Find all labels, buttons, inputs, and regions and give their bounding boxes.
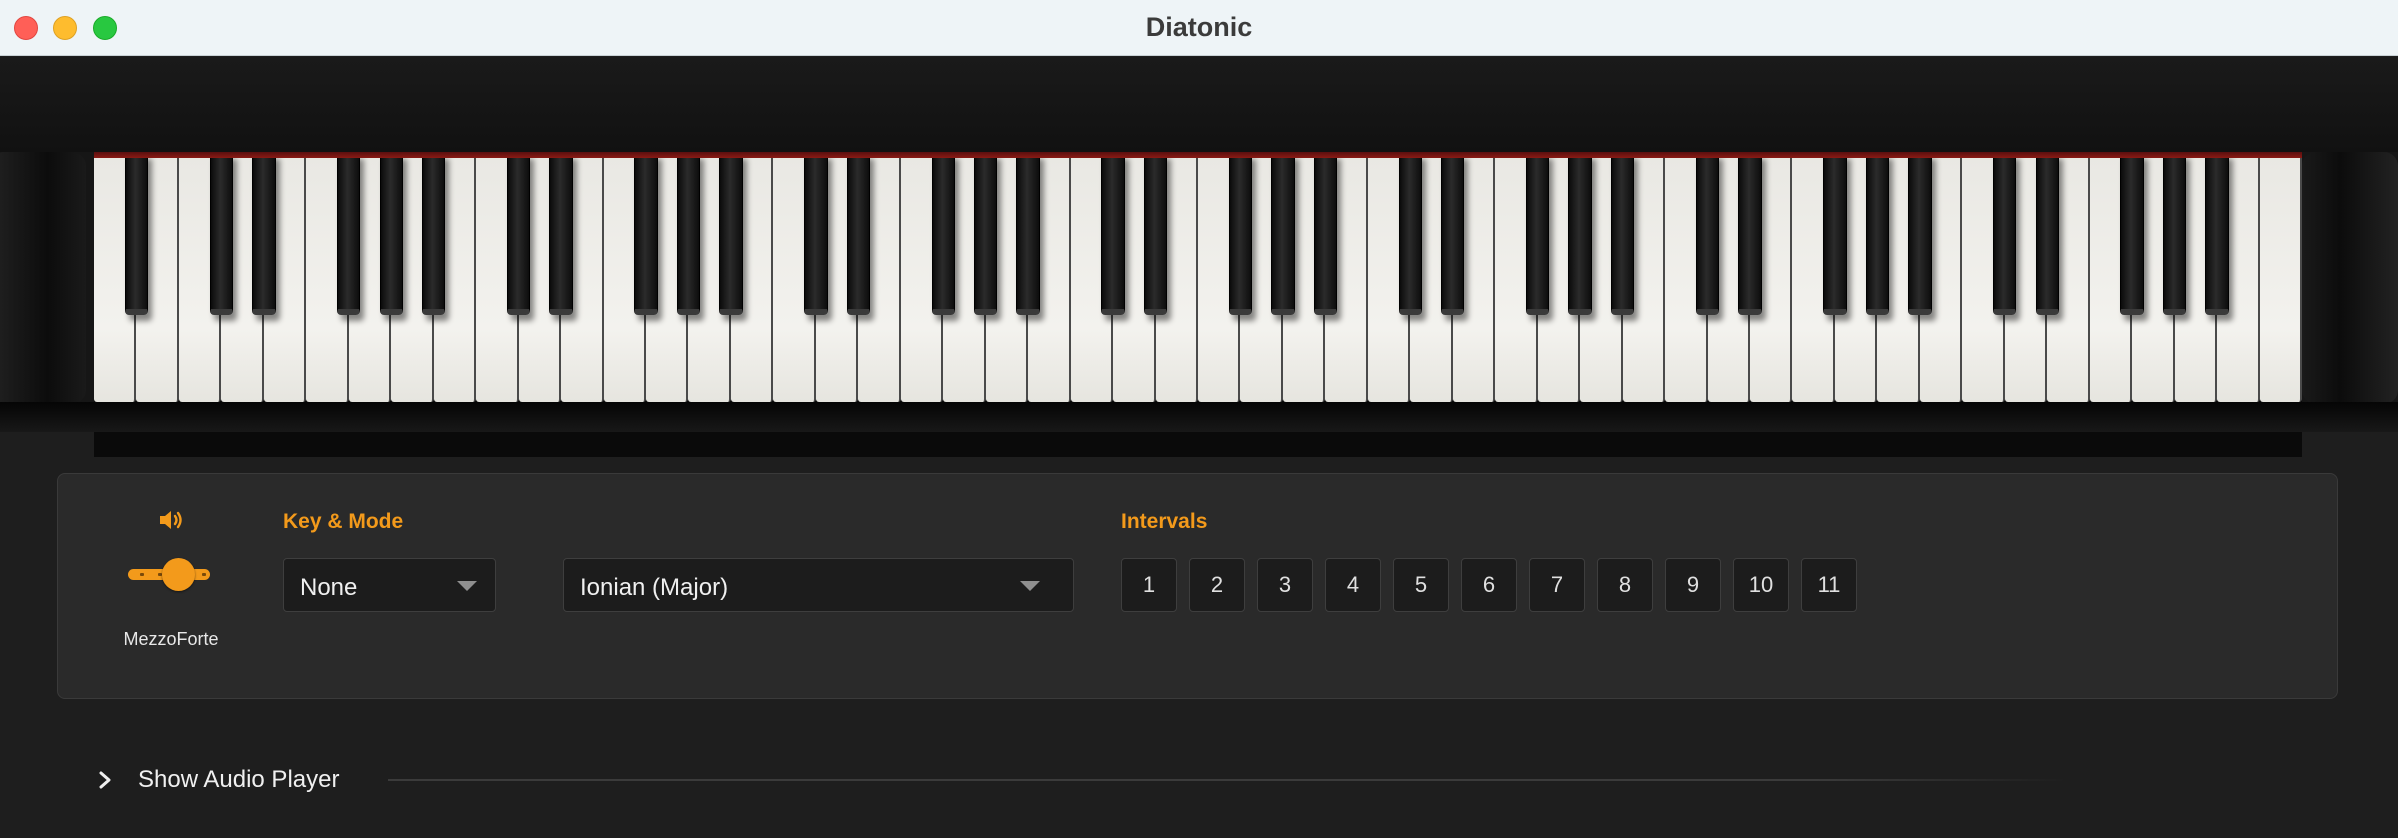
black-key[interactable]: [549, 153, 573, 315]
black-key[interactable]: [1228, 153, 1253, 315]
speaker-volume-icon: [160, 511, 182, 529]
black-key[interactable]: [422, 153, 446, 315]
interval-button-3[interactable]: 3: [1257, 558, 1313, 612]
black-key[interactable]: [2035, 153, 2059, 315]
app-window: Diatonic MezzoForte Key & Mode None Ioni…: [0, 0, 2398, 838]
white-key[interactable]: [2259, 158, 2302, 402]
dynamics-slider[interactable]: [128, 558, 212, 592]
black-key[interactable]: [1695, 153, 1720, 315]
black-key[interactable]: [1568, 153, 1592, 315]
black-key[interactable]: [1526, 153, 1550, 315]
interval-button-7[interactable]: 7: [1529, 558, 1585, 612]
dynamics-tick: [202, 573, 206, 576]
black-key[interactable]: [804, 153, 828, 315]
audio-player-divider: [388, 779, 2068, 781]
black-key[interactable]: [2162, 153, 2187, 315]
black-key[interactable]: [506, 153, 531, 315]
show-audio-player-toggle[interactable]: Show Audio Player: [138, 766, 339, 794]
black-key[interactable]: [634, 153, 658, 315]
black-key[interactable]: [1143, 153, 1168, 315]
interval-button-5[interactable]: 5: [1393, 558, 1449, 612]
black-key[interactable]: [1908, 153, 1932, 315]
black-key[interactable]: [2205, 153, 2229, 315]
black-key[interactable]: [337, 153, 361, 315]
black-key[interactable]: [209, 153, 234, 315]
mode-select-value: Ionian (Major): [580, 574, 729, 601]
black-key[interactable]: [1101, 153, 1125, 315]
piano-keyboard: [0, 57, 2398, 457]
key-mode-heading: Key & Mode: [283, 510, 404, 533]
black-key[interactable]: [1993, 153, 2017, 315]
interval-button-11[interactable]: 11: [1801, 558, 1857, 612]
black-key[interactable]: [1610, 153, 1635, 315]
black-key[interactable]: [676, 153, 701, 315]
chevron-right-icon[interactable]: [96, 769, 114, 791]
key-select-value: None: [300, 574, 358, 601]
piano-keys: [0, 57, 2398, 432]
chevron-down-icon: [457, 581, 477, 591]
key-select[interactable]: None: [283, 558, 496, 612]
interval-button-10[interactable]: 10: [1733, 558, 1789, 612]
black-key[interactable]: [719, 153, 743, 315]
intervals-heading: Intervals: [1121, 510, 1208, 533]
black-key[interactable]: [379, 153, 403, 315]
title-bar: Diatonic: [0, 0, 2398, 56]
key-felt: [94, 152, 2302, 158]
black-key[interactable]: [1441, 153, 1465, 315]
dynamics-tick: [140, 573, 144, 576]
interval-button-9[interactable]: 9: [1665, 558, 1721, 612]
dynamics-label: MezzoForte: [123, 629, 219, 649]
chevron-down-icon: [1020, 581, 1040, 591]
black-key[interactable]: [1398, 153, 1422, 315]
window-title: Diatonic: [1145, 12, 1253, 42]
black-key[interactable]: [252, 153, 276, 315]
black-key[interactable]: [1313, 153, 1338, 315]
black-key[interactable]: [1865, 153, 1890, 315]
black-key[interactable]: [974, 153, 998, 315]
interval-button-1[interactable]: 1: [1121, 558, 1177, 612]
black-key[interactable]: [931, 153, 955, 315]
interval-button-4[interactable]: 4: [1325, 558, 1381, 612]
black-key[interactable]: [1271, 153, 1295, 315]
black-key[interactable]: [1823, 153, 1847, 315]
interval-button-2[interactable]: 2: [1189, 558, 1245, 612]
black-key[interactable]: [1738, 153, 1762, 315]
black-key[interactable]: [124, 153, 149, 315]
black-key[interactable]: [846, 153, 870, 315]
interval-button-6[interactable]: 6: [1461, 558, 1517, 612]
interval-button-8[interactable]: 8: [1597, 558, 1653, 612]
dynamics-slider-thumb[interactable]: [162, 558, 195, 591]
black-key[interactable]: [1016, 153, 1040, 315]
control-panel: MezzoForte Key & Mode None Ionian (Major…: [57, 473, 2338, 699]
black-key[interactable]: [2120, 153, 2144, 315]
mode-select[interactable]: Ionian (Major): [563, 558, 1074, 612]
